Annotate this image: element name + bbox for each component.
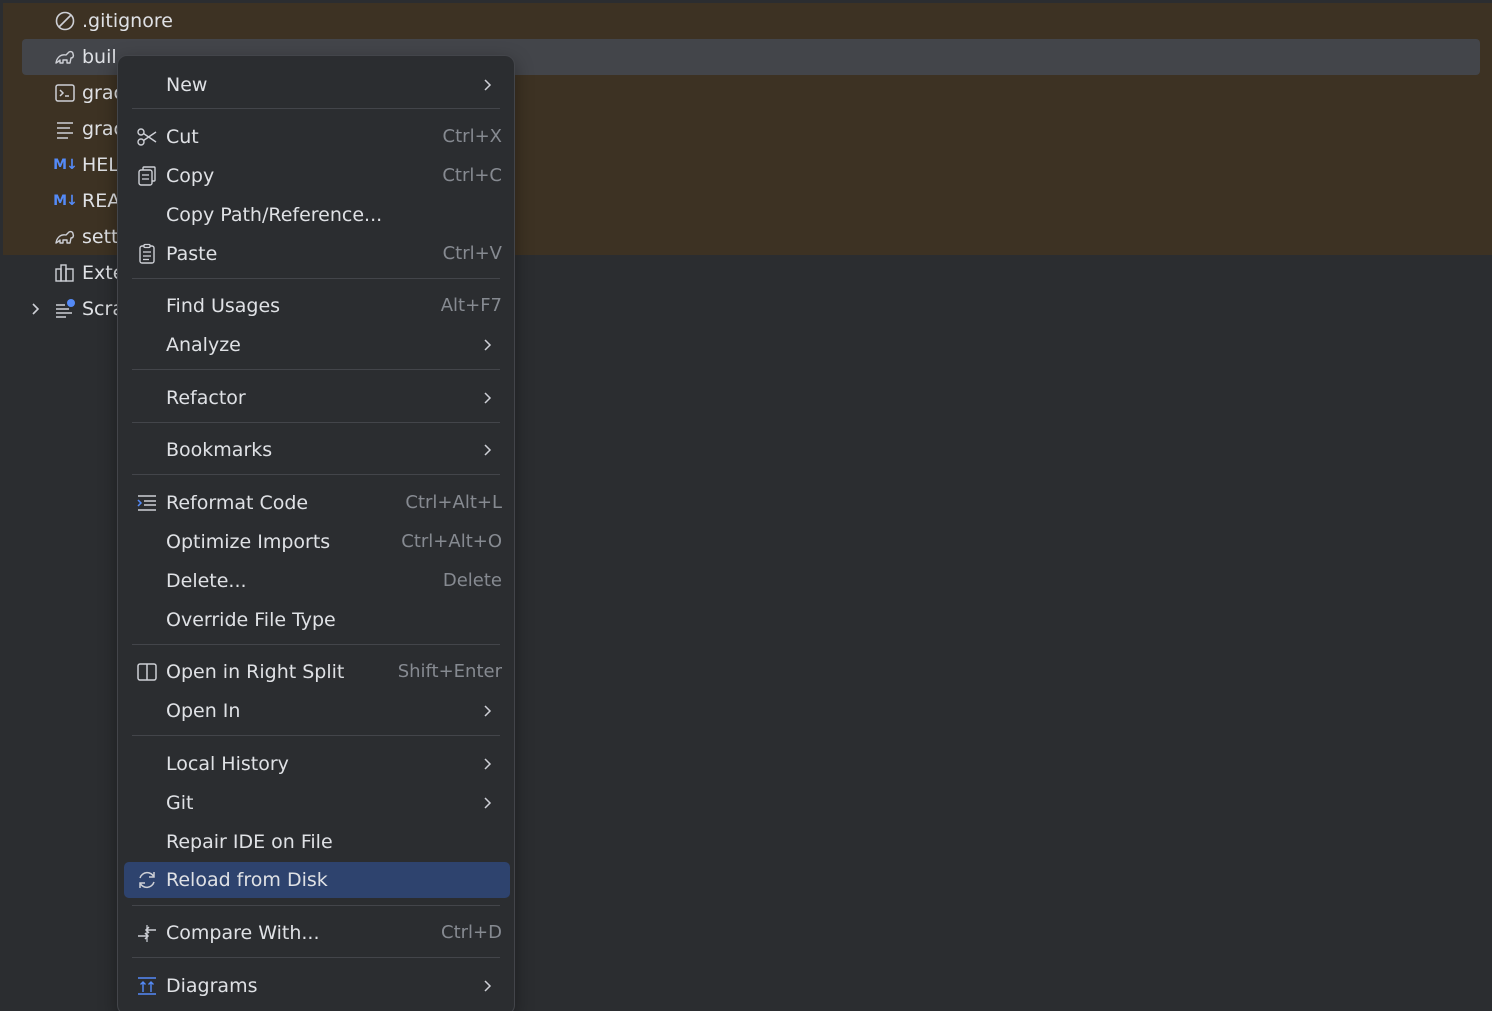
- menu-item-shortcut: Ctrl+X: [442, 126, 502, 147]
- tree-item-label: HEL: [82, 154, 119, 176]
- menu-item-new[interactable]: New: [124, 67, 510, 103]
- menu-item-copy-path[interactable]: Copy Path/Reference...: [124, 197, 510, 233]
- menu-separator: [132, 422, 500, 423]
- menu-item-delete[interactable]: Delete... Delete: [124, 563, 510, 599]
- menu-item-paste[interactable]: Paste Ctrl+V: [124, 236, 510, 272]
- menu-item-label: Analyze: [166, 334, 241, 356]
- menu-item-optimize-imports[interactable]: Optimize Imports Ctrl+Alt+O: [124, 524, 510, 560]
- menu-item-open-in[interactable]: Open In: [124, 693, 510, 729]
- ide-window: .gitignore buil grac grac M↓ HEL M↓ REA …: [0, 0, 1492, 1011]
- tree-item-label: buil: [82, 46, 117, 68]
- menu-separator: [132, 474, 500, 475]
- menu-item-override-file-type[interactable]: Override File Type: [124, 602, 510, 638]
- menu-item-git[interactable]: Git: [124, 785, 510, 821]
- menu-item-label: Copy Path/Reference...: [166, 204, 383, 226]
- menu-separator: [132, 108, 500, 109]
- menu-separator: [132, 735, 500, 736]
- menu-item-label: Bookmarks: [166, 439, 273, 461]
- tree-item-gitignore[interactable]: .gitignore: [22, 3, 1480, 39]
- menu-item-label: Override File Type: [166, 609, 336, 631]
- menu-item-compare-with[interactable]: Compare With... Ctrl+D: [124, 915, 510, 951]
- menu-item-label: Refactor: [166, 387, 246, 409]
- menu-item-copy[interactable]: Copy Ctrl+C: [124, 158, 510, 194]
- menu-item-diagrams[interactable]: Diagrams: [124, 968, 510, 1004]
- chevron-right-icon: [478, 441, 496, 459]
- menu-item-label: Paste: [166, 243, 218, 265]
- menu-item-shortcut: Ctrl+V: [442, 243, 502, 264]
- menu-item-label: Cut: [166, 126, 199, 148]
- tree-item-label: sett: [82, 226, 119, 248]
- menu-item-label: Git: [166, 792, 194, 814]
- chevron-right-icon: [478, 702, 496, 720]
- markdown-icon: M↓: [53, 193, 78, 209]
- menu-item-shortcut: Ctrl+D: [441, 922, 502, 943]
- chevron-right-icon: [478, 794, 496, 812]
- menu-item-shortcut: Ctrl+Alt+L: [405, 492, 502, 513]
- tree-item-label: .gitignore: [82, 10, 173, 32]
- copy-icon: [136, 165, 158, 187]
- compare-icon: [136, 922, 158, 944]
- menu-item-open-right-split[interactable]: Open in Right Split Shift+Enter: [124, 654, 510, 690]
- menu-separator: [132, 905, 500, 906]
- menu-item-reformat-code[interactable]: Reformat Code Ctrl+Alt+L: [124, 485, 510, 521]
- gradle-elephant-icon: [54, 226, 76, 248]
- menu-item-shortcut: Delete: [442, 570, 502, 591]
- scratches-icon: [54, 298, 76, 320]
- menu-item-label: Diagrams: [166, 975, 258, 997]
- markdown-icon: M↓: [53, 157, 78, 173]
- menu-item-label: Open in Right Split: [166, 661, 345, 683]
- context-menu: New Cut Ctrl+X Copy Ctrl+C Copy Path/Ref…: [117, 55, 515, 1011]
- refresh-icon: [136, 869, 158, 891]
- chevron-right-icon: [478, 755, 496, 773]
- menu-item-find-usages[interactable]: Find Usages Alt+F7: [124, 288, 510, 324]
- chevron-right-icon: [478, 76, 496, 94]
- menu-separator: [132, 957, 500, 958]
- tree-item-label: REA: [82, 190, 121, 212]
- menu-item-shortcut: Ctrl+Alt+O: [401, 531, 502, 552]
- menu-item-label: Find Usages: [166, 295, 281, 317]
- menu-item-label: Repair IDE on File: [166, 831, 333, 853]
- menu-item-cut[interactable]: Cut Ctrl+X: [124, 119, 510, 155]
- clipboard-icon: [136, 243, 158, 265]
- chevron-right-icon: [478, 977, 496, 995]
- menu-separator: [132, 644, 500, 645]
- gradle-elephant-icon: [54, 46, 76, 68]
- menu-item-shortcut: Alt+F7: [440, 295, 502, 316]
- ignore-file-icon: [54, 10, 76, 32]
- menu-item-repair-ide[interactable]: Repair IDE on File: [124, 824, 510, 860]
- diagram-icon: [136, 975, 158, 997]
- menu-item-label: Local History: [166, 753, 289, 775]
- scissors-icon: [136, 126, 158, 148]
- menu-item-label: Open In: [166, 700, 241, 722]
- chevron-right-icon: [478, 389, 496, 407]
- menu-item-shortcut: Ctrl+C: [442, 165, 502, 186]
- menu-item-local-history[interactable]: Local History: [124, 746, 510, 782]
- menu-item-label: Optimize Imports: [166, 531, 331, 553]
- menu-item-label: Compare With...: [166, 922, 320, 944]
- menu-item-label: New: [166, 74, 208, 96]
- menu-item-reload-from-disk[interactable]: Reload from Disk: [124, 862, 510, 898]
- reformat-icon: [136, 492, 158, 514]
- menu-item-bookmarks[interactable]: Bookmarks: [124, 432, 510, 468]
- menu-item-shortcut: Shift+Enter: [397, 661, 502, 682]
- terminal-script-icon: [54, 82, 76, 104]
- split-view-icon: [136, 661, 158, 683]
- menu-item-label: Reformat Code: [166, 492, 309, 514]
- menu-item-analyze[interactable]: Analyze: [124, 327, 510, 363]
- menu-item-label: Delete...: [166, 570, 247, 592]
- menu-item-label: Copy: [166, 165, 215, 187]
- properties-file-icon: [54, 118, 76, 140]
- menu-item-refactor[interactable]: Refactor: [124, 380, 510, 416]
- menu-item-label: Reload from Disk: [166, 869, 328, 891]
- chevron-right-icon[interactable]: [26, 300, 44, 318]
- chevron-right-icon: [478, 336, 496, 354]
- menu-separator: [132, 278, 500, 279]
- external-libraries-icon: [54, 262, 76, 284]
- menu-separator: [132, 369, 500, 370]
